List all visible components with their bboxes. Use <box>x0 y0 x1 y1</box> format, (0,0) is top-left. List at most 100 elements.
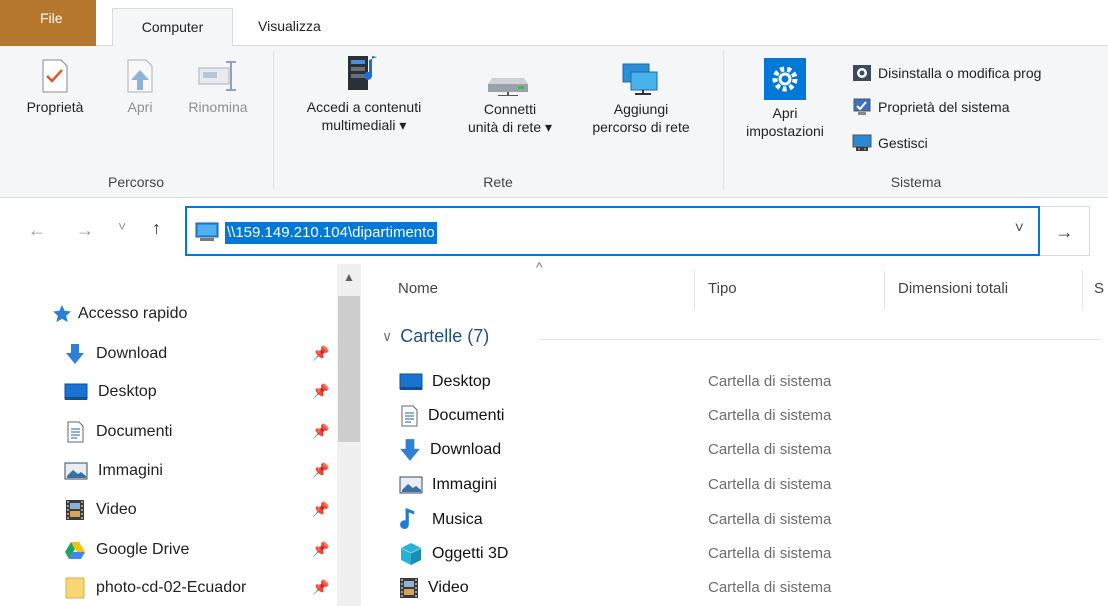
open-button[interactable]: Apri <box>118 58 162 116</box>
nav-item-pictures[interactable]: Immagini <box>64 455 163 487</box>
rename-label: Rinomina <box>188 99 248 115</box>
nav-item-videos[interactable]: Video <box>64 494 137 526</box>
list-item[interactable]: Documenti <box>398 400 504 432</box>
nav-item-documents[interactable]: Documenti <box>64 416 172 448</box>
rename-icon <box>198 61 236 91</box>
address-path[interactable]: \\159.149.210.104\dipartimento <box>225 222 437 244</box>
list-item[interactable]: Video <box>398 572 469 604</box>
quick-access-label: Accesso rapido <box>78 305 188 322</box>
network-location-icon <box>622 63 658 95</box>
column-separator[interactable] <box>884 270 885 310</box>
list-item[interactable]: Desktop <box>398 366 491 398</box>
up-button[interactable]: ↑ <box>152 218 161 239</box>
forward-button[interactable]: → <box>76 220 94 241</box>
group-title: Cartelle (7) <box>400 326 490 346</box>
3d-objects-icon <box>400 543 422 565</box>
access-media-button[interactable]: Accedi a contenuti multimediali ▾ <box>284 50 444 134</box>
back-button[interactable]: ← <box>28 220 46 241</box>
list-item[interactable]: Musica <box>398 504 483 536</box>
list-item[interactable]: Oggetti 3D <box>398 538 508 570</box>
item-name: Musica <box>432 511 483 528</box>
tab-computer[interactable]: Computer <box>112 8 233 46</box>
nav-item-label: Desktop <box>98 383 157 400</box>
nav-item-google-drive[interactable]: Google Drive <box>64 534 189 566</box>
item-name: Download <box>430 441 502 458</box>
nav-item-label: Immagini <box>98 462 163 479</box>
pin-icon[interactable]: 📌 <box>312 501 329 518</box>
access-media-label-2: multimediali ▾ <box>321 117 407 133</box>
network-computer-icon <box>195 222 219 241</box>
tab-view[interactable]: Visualizza <box>244 8 335 46</box>
tab-file[interactable]: File <box>0 0 96 46</box>
list-item[interactable]: Immagini <box>398 469 497 501</box>
uninstall-button[interactable]: Disinstalla o modifica prog <box>852 62 1041 84</box>
item-type: Cartella di sistema <box>708 511 832 528</box>
computer-management-icon <box>852 134 872 151</box>
uninstall-label: Disinstalla o modifica prog <box>878 65 1042 81</box>
pin-icon[interactable]: 📌 <box>312 541 329 558</box>
settings-label-2: impostazioni <box>746 123 824 139</box>
item-type: Cartella di sistema <box>708 407 832 424</box>
nav-item-label: Download <box>96 345 168 362</box>
properties-icon <box>42 59 68 93</box>
item-type: Cartella di sistema <box>708 476 832 493</box>
map-network-drive-button[interactable]: Connetti unità di rete ▾ <box>448 70 572 136</box>
music-note-icon <box>400 508 415 530</box>
pin-icon[interactable]: 📌 <box>312 579 329 596</box>
pin-icon[interactable]: 📌 <box>312 345 329 362</box>
group-separator <box>273 50 274 190</box>
add-location-label-1: Aggiungi <box>613 101 669 117</box>
quick-access[interactable]: Accesso rapido <box>52 298 187 330</box>
pin-icon[interactable]: 📌 <box>312 462 329 479</box>
column-header-space[interactable]: S <box>1094 280 1104 297</box>
item-name: Oggetti 3D <box>432 545 509 562</box>
media-icon <box>348 56 377 90</box>
nav-item-folder[interactable]: photo-cd-02-Ecuador <box>64 572 246 604</box>
nav-item-label: Video <box>96 501 137 518</box>
item-name: Documenti <box>428 407 505 424</box>
star-icon <box>53 305 71 323</box>
scroll-thumb[interactable] <box>338 296 360 442</box>
item-type: Cartella di sistema <box>708 579 832 596</box>
go-button[interactable]: → <box>1040 206 1090 256</box>
desktop-icon <box>399 373 423 390</box>
list-item[interactable]: Download <box>398 434 501 466</box>
address-bar[interactable]: \\159.149.210.104\dipartimento ˅ <box>185 206 1040 256</box>
ribbon-tabbar: File Computer Visualizza <box>0 0 1108 46</box>
column-separator[interactable] <box>1082 270 1083 310</box>
tab-file-label: File <box>40 10 63 26</box>
group-header-folders[interactable]: ∨ Cartelle (7) <box>382 326 489 347</box>
column-header-type[interactable]: Tipo <box>708 280 737 297</box>
documents-icon <box>67 421 84 443</box>
item-type: Cartella di sistema <box>708 373 832 390</box>
open-settings-button[interactable]: Apri impostazioni <box>730 58 840 140</box>
add-network-location-button[interactable]: Aggiungi percorso di rete <box>572 62 710 136</box>
access-media-label-1: Accedi a contenuti <box>306 99 422 115</box>
system-properties-button[interactable]: Proprietà del sistema <box>852 96 1010 118</box>
pin-icon[interactable]: 📌 <box>312 383 329 400</box>
recent-locations-button[interactable]: ˅ <box>118 218 126 234</box>
settings-gear-icon <box>764 58 806 100</box>
item-name: Desktop <box>432 373 491 390</box>
documents-icon <box>401 405 418 427</box>
rename-button[interactable]: Rinomina <box>176 58 260 116</box>
nav-item-desktop[interactable]: Desktop <box>64 376 157 408</box>
map-drive-label-1: Connetti <box>483 101 537 117</box>
sort-ascending-icon: ^ <box>536 259 543 275</box>
group-separator <box>723 50 724 190</box>
address-dropdown[interactable]: ˅ <box>1015 220 1024 238</box>
column-separator[interactable] <box>694 270 695 310</box>
settings-label-1: Apri <box>772 105 798 121</box>
system-properties-label: Proprietà del sistema <box>878 99 1010 115</box>
nav-item-label: Documenti <box>96 423 173 440</box>
download-icon <box>400 439 420 461</box>
pin-icon[interactable]: 📌 <box>312 423 329 440</box>
scroll-up-icon[interactable]: ▲ <box>338 270 360 284</box>
pictures-icon <box>64 462 88 480</box>
properties-button[interactable]: Proprietà <box>20 58 90 116</box>
manage-button[interactable]: Gestisci <box>852 132 928 154</box>
column-header-total-size[interactable]: Dimensioni totali <box>898 280 1008 297</box>
column-header-name[interactable]: Nome <box>398 280 438 297</box>
nav-item-download[interactable]: Download <box>64 338 167 370</box>
pictures-icon <box>399 476 423 494</box>
